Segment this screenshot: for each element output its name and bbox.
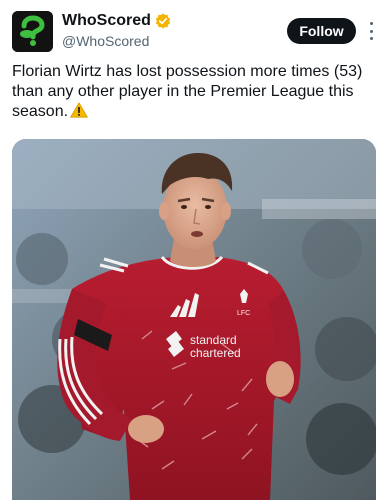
account-handle[interactable]: @WhoScored [62, 33, 149, 49]
account-name-row[interactable]: WhoScored [62, 11, 171, 31]
more-vertical-icon[interactable] [364, 22, 378, 40]
follow-button[interactable]: Follow [287, 18, 356, 44]
tweet-body: Florian Wirtz has lost possession more t… [12, 63, 363, 120]
sponsor-line-1: standard [190, 333, 237, 347]
whoscored-logo-icon[interactable] [12, 11, 53, 52]
player-photo: LFC standard chartered [12, 139, 376, 500]
tweet-header: WhoScored @WhoScored Follow [0, 0, 388, 60]
display-name[interactable]: WhoScored [62, 12, 151, 30]
sponsor-line-2: chartered [190, 346, 241, 360]
warning-sign-icon [70, 102, 88, 118]
tweet-text: Florian Wirtz has lost possession more t… [12, 62, 378, 122]
crest-text: LFC [237, 310, 250, 317]
tweet-media-photo[interactable]: LFC standard chartered [12, 139, 376, 500]
verified-badge-icon [155, 13, 171, 29]
